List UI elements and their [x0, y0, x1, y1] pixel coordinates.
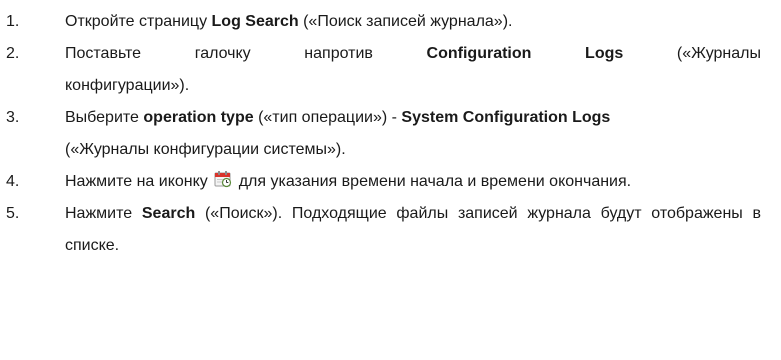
step-text: Поставьте галочку напротив: [65, 45, 427, 62]
step-bold-term: Search: [141, 205, 196, 222]
step-line: Поставьте галочку напротив Configuration…: [65, 38, 761, 70]
step-text: для указания времени начала и времени ок…: [234, 173, 632, 190]
step-3: 3. Выберите operation type («тип операци…: [0, 102, 761, 166]
step-text: («Поиск записей журнала»).: [298, 13, 513, 30]
step-number: 4.: [6, 173, 20, 190]
instruction-steps-list: 1. Откройте страницу Log Search («Поиск …: [0, 6, 761, 262]
step-text: Нажмите на иконку: [65, 173, 213, 190]
step-number: 3.: [6, 109, 20, 126]
step-bold-term: operation type: [143, 109, 254, 126]
step-text: конфигурации»).: [65, 77, 190, 94]
document-page: 1. Откройте страницу Log Search («Поиск …: [0, 0, 781, 360]
step-text: Откройте страницу: [65, 13, 212, 30]
step-text: («Журналы конфигурации системы»).: [65, 141, 346, 158]
step-bold-term: Log Search: [211, 13, 299, 30]
step-2: 2. Поставьте галочку напротив Configurat…: [0, 38, 761, 102]
step-5: 5. Нажмите Search («Поиск»). Подходящие …: [0, 198, 761, 262]
step-number: 2.: [6, 45, 20, 62]
step-text: Нажмите: [65, 205, 142, 222]
step-text: («Журналы: [623, 45, 762, 62]
step-4: 4. Нажмите на иконку для указания времен…: [0, 166, 761, 198]
step-text: («тип операции») -: [253, 109, 402, 126]
step-1: 1. Откройте страницу Log Search («Поиск …: [0, 6, 761, 38]
step-number: 1.: [6, 13, 20, 30]
step-text: Выберите: [65, 109, 144, 126]
step-bold-term: System Configuration Logs: [401, 109, 611, 126]
calendar-clock-icon: [214, 170, 232, 188]
step-number: 5.: [6, 205, 20, 222]
step-bold-term: Configuration Logs: [426, 45, 624, 62]
